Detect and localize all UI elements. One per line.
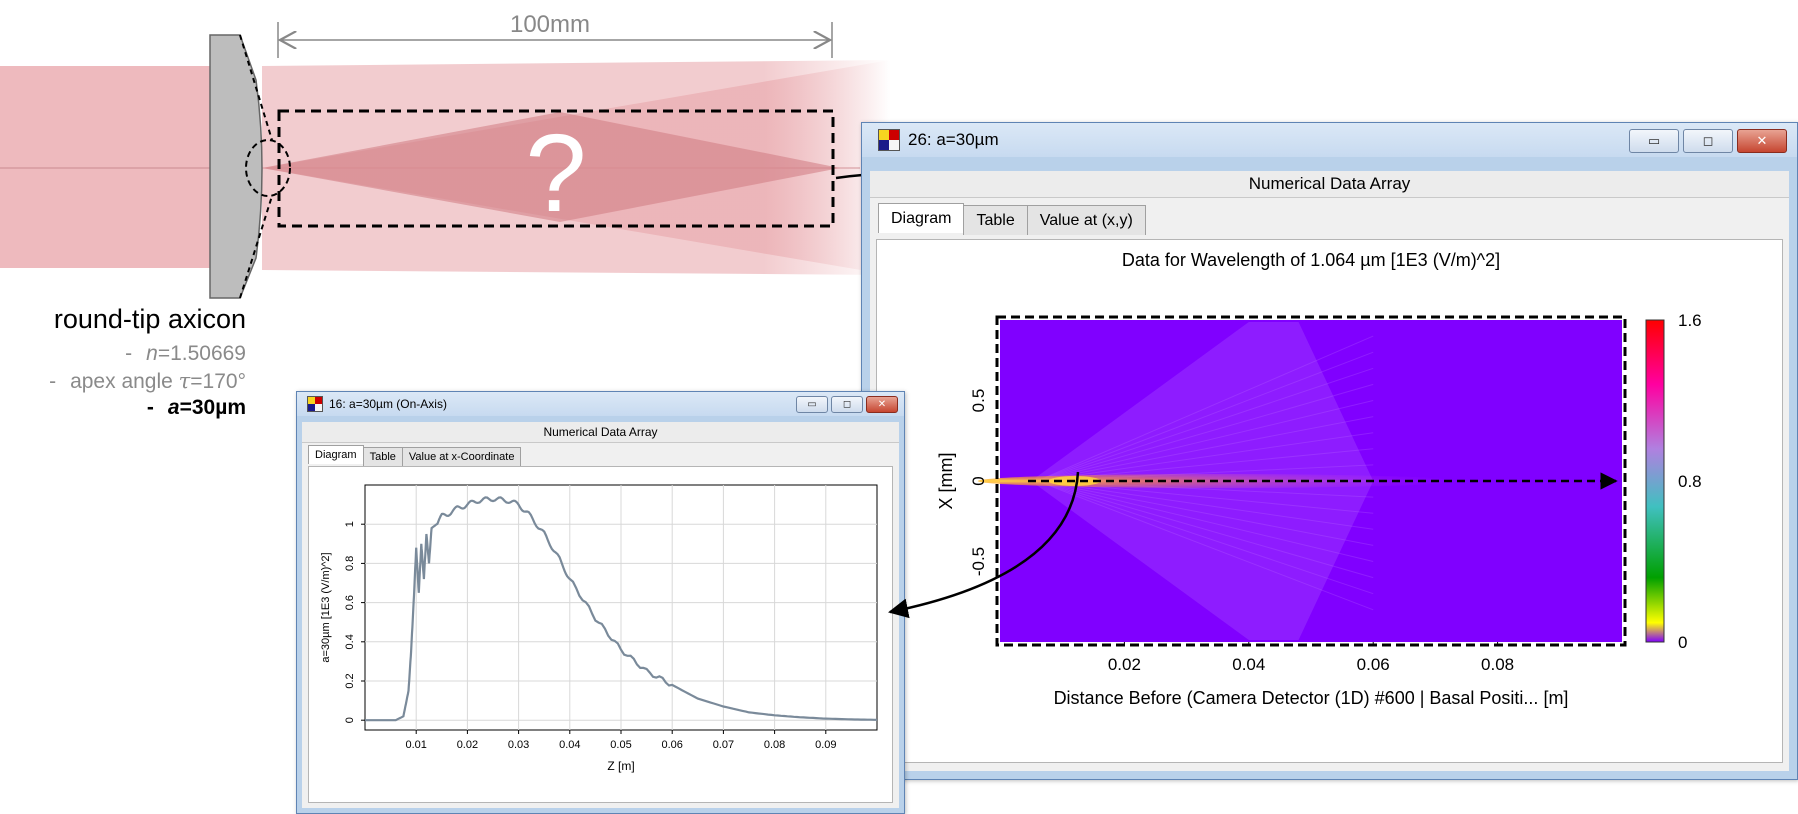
colorbar-label: 1.6 (1678, 311, 1702, 330)
x-tick-label: 0.04 (1232, 655, 1265, 674)
y-tick-label: 0 (969, 476, 988, 485)
minimize-button[interactable]: ▭ (796, 396, 828, 413)
tab-value-at-x[interactable]: Value at x-Coordinate (401, 447, 522, 466)
question-mark: ? (525, 112, 586, 235)
x-tick-label: 0.08 (764, 739, 785, 751)
window-controls: ▭ ◻ ✕ (1625, 129, 1787, 153)
tab-bar: Diagram Table Value at x-Coordinate (308, 445, 522, 466)
y-axis-label: X [mm] (936, 453, 956, 510)
x-tick-label: 0.07 (713, 739, 734, 751)
incoming-beam (0, 66, 210, 268)
close-button[interactable]: ✕ (866, 396, 898, 413)
window-controls: ▭ ◻ ✕ (793, 396, 898, 413)
caption-refractive-index: - n=1.50669 (125, 342, 246, 365)
onaxis-data-window[interactable]: 16: a=30µm (On-Axis) ▭ ◻ ✕ Numerical Dat… (296, 391, 905, 814)
y-axis-label: a=30µm [1E3 (V/m)^2] (320, 552, 332, 662)
x-tick-label: 0.06 (1357, 655, 1390, 674)
caption-tip-radius: - a=30µm (146, 396, 246, 419)
window-title: 16: a=30µm (On-Axis) (329, 397, 447, 411)
close-button[interactable]: ✕ (1737, 129, 1787, 153)
y-tick-label: 0.2 (344, 673, 356, 688)
diagram-panel: 0.01 0.02 0.03 0.04 0.05 0.06 0.07 0.08 0.09 0 0.2… (308, 466, 893, 803)
data-array-icon (878, 129, 900, 151)
x-axis-label: Distance Before (Camera Detector (1D) #6… (1054, 688, 1569, 708)
y-tick-label: 0.4 (344, 634, 356, 649)
window-subtitle: Numerical Data Array (302, 422, 899, 443)
tab-value-at-xy[interactable]: Value at (x,y) (1026, 205, 1146, 235)
y-tick-label: 0 (344, 717, 356, 723)
dimension-label: 100mm (510, 11, 590, 38)
y-tick-label: 0.5 (969, 389, 988, 413)
window-title: 26: a=30µm (908, 130, 999, 149)
x-tick-label: 0.06 (661, 739, 682, 751)
minimize-button[interactable]: ▭ (1629, 129, 1679, 153)
tab-bar: Diagram Table Value at (x,y) (878, 203, 1146, 235)
x-tick-label: 0.04 (559, 739, 580, 751)
y-tick-label: -0.5 (969, 547, 988, 576)
window-body: Numerical Data Array Diagram Table Value… (302, 422, 899, 808)
onaxis-line-chart: 0.01 0.02 0.03 0.04 0.05 0.06 0.07 0.08 0.09 0 0.2… (320, 484, 878, 773)
colorbar-label: 0 (1678, 633, 1687, 652)
x-axis-label: Z [m] (607, 759, 634, 773)
y-tick-label: 1 (344, 521, 356, 527)
x-tick-label: 0.02 (457, 739, 478, 751)
window-subtitle: Numerical Data Array (870, 171, 1789, 198)
field-data-window[interactable]: 26: a=30µm ▭ ◻ ✕ Numerical Data Array Di… (861, 122, 1798, 780)
x-tick-label: 0.08 (1481, 655, 1514, 674)
x-tick-label: 0.02 (1108, 655, 1141, 674)
x-tick-label: 0.09 (815, 739, 836, 751)
maximize-button[interactable]: ◻ (831, 396, 863, 413)
axicon-lens (209, 34, 263, 299)
maximize-button[interactable]: ◻ (1683, 129, 1733, 153)
y-tick-label: 0.8 (344, 556, 356, 571)
tab-table[interactable]: Table (963, 205, 1028, 235)
x-tick-label: 0.03 (508, 739, 529, 751)
axicon-title: round-tip axicon (53, 304, 246, 334)
caption-apex-angle: - apex angle τ=170° (49, 369, 246, 393)
field-heatmap-chart: Data for Wavelength of 1.064 µm [1E3 (V/… (936, 250, 1702, 708)
diagram-panel: Data for Wavelength of 1.064 µm [1E3 (V/… (876, 239, 1783, 763)
tab-table[interactable]: Table (362, 447, 403, 466)
tab-diagram[interactable]: Diagram (308, 445, 364, 464)
window-body: Numerical Data Array Diagram Table Value… (870, 171, 1789, 771)
x-tick-label: 0.05 (610, 739, 631, 751)
data-array-icon (307, 396, 323, 412)
colorbar-label: 0.8 (1678, 472, 1702, 491)
tab-diagram[interactable]: Diagram (878, 203, 965, 233)
x-tick-label: 0.01 (405, 739, 426, 751)
colorbar (1645, 319, 1665, 643)
heatmap-title: Data for Wavelength of 1.064 µm [1E3 (V/… (1122, 250, 1500, 270)
y-tick-label: 0.6 (344, 595, 356, 610)
